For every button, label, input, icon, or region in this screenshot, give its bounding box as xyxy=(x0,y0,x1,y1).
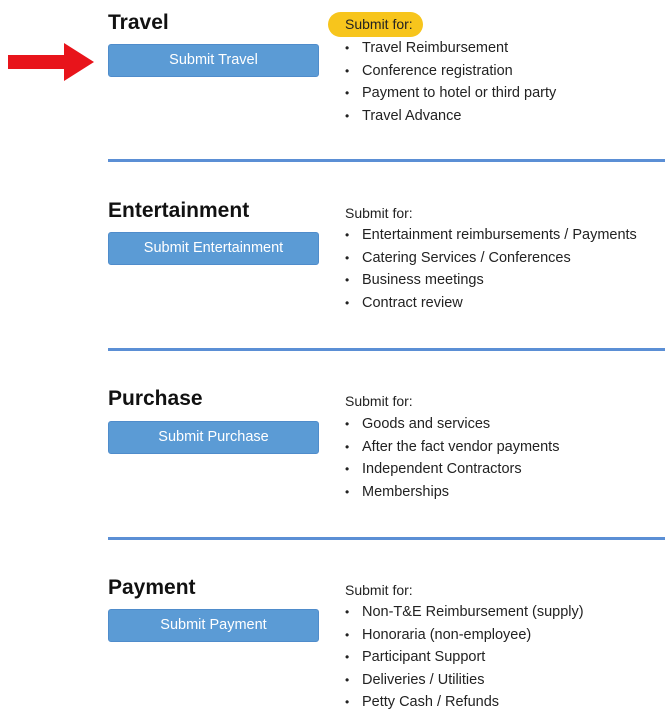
bullet-icon: • xyxy=(345,295,350,310)
list-item: • Payment to hotel or third party xyxy=(345,82,556,105)
list-item: • Contract review xyxy=(345,292,637,315)
bullet-icon: • xyxy=(345,86,350,101)
submit-purchase-button[interactable]: Submit Purchase xyxy=(108,421,319,454)
list-item: • Memberships xyxy=(345,481,559,504)
list-item: • Conference registration xyxy=(345,60,556,83)
list-item: • Independent Contractors xyxy=(345,458,559,481)
submit-travel-button[interactable]: Submit Travel xyxy=(108,44,319,77)
list-item: • Travel Advance xyxy=(345,105,556,128)
list-item: • Travel Reimbursement xyxy=(345,37,556,60)
item-list: • Non-T&E Reimbursement (supply) • Honorar… xyxy=(345,601,584,713)
bullet-icon: • xyxy=(345,439,350,454)
bullet-icon: • xyxy=(345,627,350,642)
bullet-icon: • xyxy=(345,273,350,288)
list-item: • Participant Support xyxy=(345,646,584,669)
list-item: • Business meetings xyxy=(345,269,637,292)
section-divider xyxy=(108,537,665,540)
list-item: • After the fact vendor payments xyxy=(345,436,559,459)
list-item: • Honoraria (non-employee) xyxy=(345,624,584,647)
bullet-icon: • xyxy=(345,650,350,665)
bullet-icon: • xyxy=(345,41,350,55)
list-item: • Goods and services xyxy=(345,413,559,436)
right-arrow-icon xyxy=(8,43,94,81)
bullet-icon: • xyxy=(345,228,350,242)
bullet-icon: • xyxy=(345,484,350,499)
bullet-icon: • xyxy=(345,63,350,78)
section-title: Travel xyxy=(108,11,169,34)
bullet-icon: • xyxy=(345,672,350,687)
item-list: • Travel Reimbursement • Conference regist… xyxy=(345,37,556,127)
list-item: • Petty Cash / Refunds xyxy=(345,691,584,713)
item-list: • Goods and services • After the fact vend… xyxy=(345,413,559,503)
submit-payment-button[interactable]: Submit Payment xyxy=(108,609,319,642)
section-title: Payment xyxy=(108,576,196,599)
submit-for-label: Submit for: xyxy=(345,205,413,221)
submit-for-label: Submit for: xyxy=(345,393,413,409)
submit-entertainment-button[interactable]: Submit Entertainment xyxy=(108,232,319,265)
submit-for-label: Submit for: xyxy=(328,12,423,37)
list-item: • Non-T&E Reimbursement (supply) xyxy=(345,601,584,624)
bullet-icon: • xyxy=(345,462,350,477)
highlight-marker: Submit for: xyxy=(328,12,423,37)
bullet-icon: • xyxy=(345,695,350,710)
section-title: Purchase xyxy=(108,387,203,410)
list-item: • Entertainment reimbursements / Payments xyxy=(345,224,637,247)
section-divider xyxy=(108,348,665,351)
section-divider xyxy=(108,159,665,162)
bullet-icon: • xyxy=(345,250,350,265)
submit-for-label: Submit for: xyxy=(345,582,413,598)
list-item: • Deliveries / Utilities xyxy=(345,669,584,692)
bullet-icon: • xyxy=(345,417,350,431)
list-item: • Catering Services / Conferences xyxy=(345,247,637,270)
submission-page: Travel Submit Travel Submit for: • Travel… xyxy=(0,0,665,713)
bullet-icon: • xyxy=(345,108,350,123)
section-title: Entertainment xyxy=(108,199,250,222)
bullet-icon: • xyxy=(345,605,350,619)
item-list: • Entertainment reimbursements / Payments… xyxy=(345,224,637,314)
